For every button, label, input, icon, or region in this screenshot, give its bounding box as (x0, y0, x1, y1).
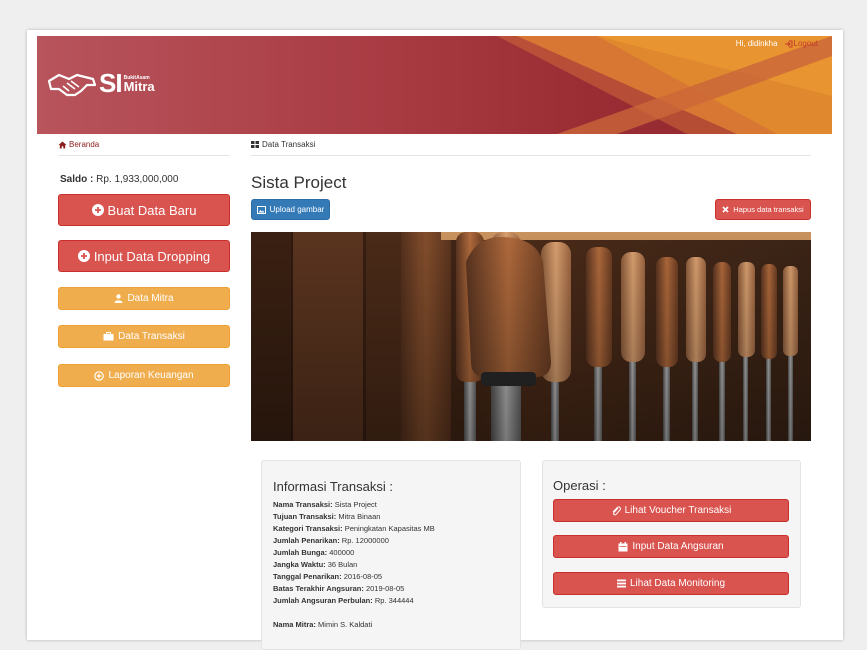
laporan-keuangan-button[interactable]: Laporan Keuangan (58, 364, 230, 387)
info-row-label: Jumlah Angsuran Perbulan: (273, 596, 373, 605)
info-row-value: Rp. 344444 (374, 596, 414, 605)
data-mitra-button[interactable]: Data Mitra (58, 287, 230, 310)
data-transaksi-label: Data Transaksi (118, 331, 185, 342)
info-heading: Informasi Transaksi : (273, 479, 393, 494)
logo-mitra-text: Mitra (123, 78, 155, 94)
info-row-value: 400000 (329, 548, 355, 557)
image-icon (256, 205, 266, 214)
handshake-icon (47, 73, 97, 96)
info-row: Tanggal Penarikan: 2016-08-05 (273, 571, 435, 583)
logo-si: SI (99, 68, 123, 98)
info-row: Jumlah Bunga: 400000 (273, 547, 435, 559)
saldo-value: Rp. 1,933,000,000 (96, 174, 179, 185)
info-mitra-label: Nama Mitra: (273, 620, 316, 629)
upload-image-button[interactable]: Upload gambar (251, 199, 330, 220)
info-row: Jumlah Angsuran Perbulan: Rp. 344444 (273, 595, 435, 607)
info-panel: Informasi Transaksi : Nama Transaksi: Si… (261, 460, 521, 650)
laporan-keuangan-label: Laporan Keuangan (108, 370, 194, 381)
saldo-display: Saldo : Rp. 1,933,000,000 (60, 174, 178, 185)
input-data-dropping-label: Input Data Dropping (93, 248, 211, 264)
user-bar: Hi, didinkha Logout (736, 39, 818, 48)
buat-data-baru-label: Buat Data Baru (107, 202, 197, 218)
logout-label: Logout (793, 39, 818, 48)
info-row-label: Kategori Transaksi: (273, 524, 343, 533)
info-row-label: Jumlah Bunga: (273, 548, 328, 557)
info-row-value: 2016-08-05 (343, 572, 383, 581)
saldo-label: Saldo : (60, 174, 94, 185)
home-icon (58, 141, 67, 148)
operasi-heading: Operasi : (553, 478, 606, 493)
page-title: Sista Project (251, 173, 347, 192)
info-row-value: Mitra Binaan (338, 512, 381, 521)
lihat-monitoring-label: Lihat Data Monitoring (629, 578, 726, 589)
input-data-dropping-button[interactable]: Input Data Dropping (58, 240, 230, 272)
briefcase-icon (103, 332, 114, 341)
info-row-label: Jumlah Penarikan: (273, 536, 340, 545)
user-icon (114, 294, 123, 303)
info-row-value: 36 Bulan (327, 560, 358, 569)
breadcrumb-current: Data Transaksi (262, 140, 316, 149)
breadcrumb: Data Transaksi (251, 140, 811, 156)
delete-transaction-button[interactable]: Hapus data transaksi (715, 199, 811, 220)
logout-icon (784, 40, 793, 47)
info-row: Jumlah Penarikan: Rp. 12000000 (273, 535, 435, 547)
breadcrumb-home[interactable]: Beranda (58, 140, 230, 156)
data-mitra-label: Data Mitra (127, 293, 174, 304)
plus-circle-icon (94, 370, 105, 381)
lihat-voucher-button[interactable]: Lihat Voucher Transaksi (553, 499, 789, 522)
lihat-voucher-label: Lihat Voucher Transaksi (624, 505, 732, 516)
upload-image-label: Upload gambar (269, 205, 325, 214)
info-row-label: Tujuan Transaksi: (273, 512, 337, 521)
input-angsuran-label: Input Data Angsuran (632, 541, 724, 552)
info-row-label: Tanggal Penarikan: (273, 572, 342, 581)
info-row-value: 2019-08-05 (365, 584, 405, 593)
info-row: Tujuan Transaksi: Mitra Binaan (273, 511, 435, 523)
info-list: Nama Transaksi: Sista Project Tujuan Tran… (273, 499, 435, 607)
logo-mitra: BukitAsam Mitra (124, 75, 155, 93)
calendar-icon (618, 541, 628, 551)
info-row-label: Batas Terakhir Angsuran: (273, 584, 364, 593)
header-banner: SI BukitAsam Mitra Hi, didinkha Logout (37, 36, 832, 134)
info-row-label: Jangka Waktu: (273, 560, 326, 569)
info-mitra-value: Mimin S. Kaldati (318, 620, 373, 629)
paperclip-icon (612, 505, 621, 515)
data-transaksi-button[interactable]: Data Transaksi (58, 325, 230, 348)
list-icon (616, 579, 626, 588)
transaction-image (251, 232, 811, 441)
plus-circle-icon (77, 250, 90, 262)
buat-data-baru-button[interactable]: Buat Data Baru (58, 194, 230, 226)
logout-link[interactable]: Logout (784, 39, 818, 48)
plus-circle-icon (91, 204, 104, 216)
delete-transaction-label: Hapus data transaksi (733, 205, 804, 214)
info-row: Kategori Transaksi: Peningkatan Kapasita… (273, 523, 435, 535)
logo[interactable]: SI BukitAsam Mitra (47, 68, 155, 99)
info-row: Jangka Waktu: 36 Bulan (273, 559, 435, 571)
banner-decoration (497, 36, 832, 134)
woodworking-tools-image (251, 232, 811, 441)
info-row-label: Nama Transaksi: (273, 500, 333, 509)
info-row: Nama Transaksi: Sista Project (273, 499, 435, 511)
info-row-value: Sista Project (334, 500, 377, 509)
grid-icon (251, 141, 259, 148)
info-row-value: Peningkatan Kapasitas MB (344, 524, 435, 533)
page-container: SI BukitAsam Mitra Hi, didinkha Logout B… (27, 30, 843, 650)
info-mitra: Nama Mitra: Mimin S. Kaldati (273, 619, 372, 631)
close-icon (722, 206, 729, 213)
info-row-value: Rp. 12000000 (341, 536, 389, 545)
breadcrumb-home-label: Beranda (69, 140, 100, 149)
info-row: Batas Terakhir Angsuran: 2019-08-05 (273, 583, 435, 595)
user-greeting: Hi, didinkha (735, 39, 778, 48)
lihat-monitoring-button[interactable]: Lihat Data Monitoring (553, 572, 789, 595)
input-angsuran-button[interactable]: Input Data Angsuran (553, 535, 789, 558)
